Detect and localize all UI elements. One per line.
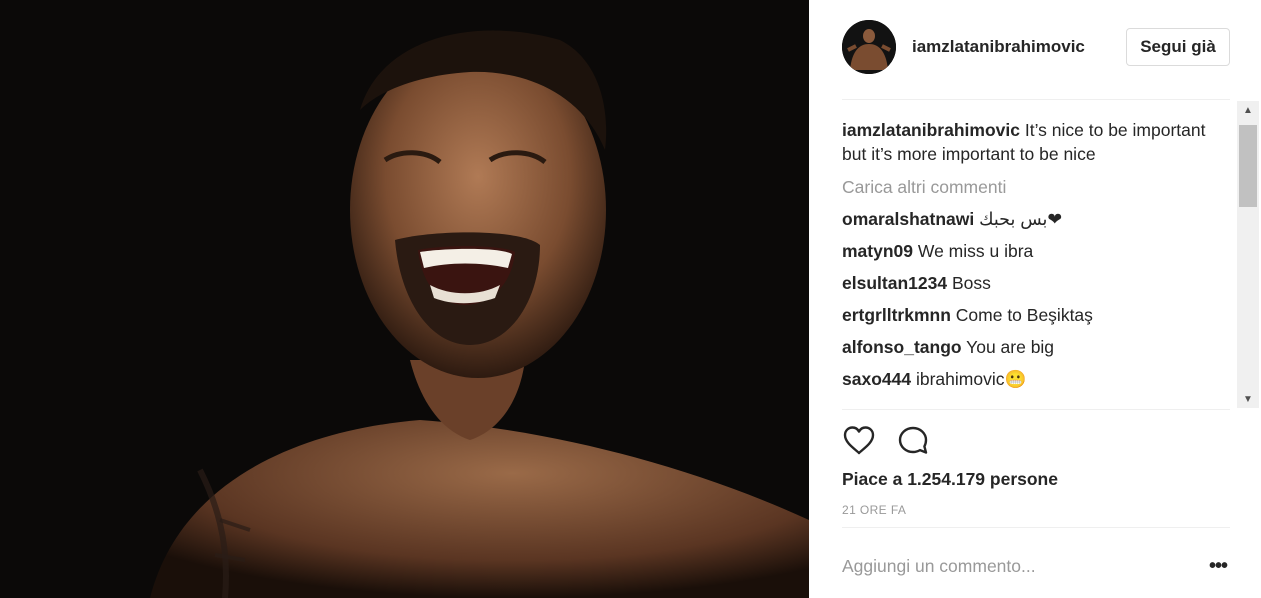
comment-username[interactable]: saxo444 (842, 369, 911, 389)
comment-username[interactable]: ertgrlltrkmnn (842, 305, 951, 325)
comment-item: elsultan1234 Boss (842, 271, 1234, 295)
post-timestamp[interactable]: 21 ORE FA (842, 503, 906, 517)
post-caption: iamzlatanibrahimovic It’s nice to be imp… (842, 118, 1234, 166)
speech-bubble-icon[interactable] (896, 424, 930, 458)
follow-button[interactable]: Segui già (1126, 28, 1230, 66)
post-details-panel: iamzlatanibrahimovic Segui già iamzlatan… (809, 0, 1261, 598)
post-photo-image (0, 0, 809, 598)
avatar-image (842, 20, 896, 74)
comment-item: ertgrlltrkmnn Come to Beşiktaş (842, 303, 1234, 327)
post-photo (0, 0, 809, 598)
comment-username[interactable]: elsultan1234 (842, 273, 947, 293)
comment-item: matyn09 We miss u ibra (842, 239, 1234, 263)
comment-text: We miss u ibra (917, 241, 1034, 261)
comment-text: Come to Beşiktaş (955, 305, 1093, 325)
triangle-down-icon[interactable]: ▼ (1237, 390, 1259, 408)
caption-username[interactable]: iamzlatanibrahimovic (842, 120, 1020, 140)
comment-username[interactable]: alfonso_tango (842, 337, 962, 357)
comments-section: iamzlatanibrahimovic It’s nice to be imp… (842, 100, 1261, 409)
actions-divider (842, 527, 1230, 528)
comments-list: iamzlatanibrahimovic It’s nice to be imp… (842, 118, 1234, 391)
scrollbar-thumb[interactable] (1239, 125, 1257, 207)
comment-text: بس بحبك❤ (979, 209, 1063, 229)
post-username[interactable]: iamzlatanibrahimovic (912, 37, 1126, 57)
avatar[interactable] (842, 20, 896, 74)
comment-username[interactable]: matyn09 (842, 241, 913, 261)
comment-item: omaralshatnawi بس بحبك❤ (842, 207, 1234, 231)
post-actions (842, 424, 950, 458)
comment-item: alfonso_tango You are big (842, 335, 1234, 359)
heart-outline-icon[interactable] (842, 424, 876, 458)
more-options-icon[interactable]: ••• (1205, 554, 1231, 578)
comment-username[interactable]: omaralshatnawi (842, 209, 974, 229)
post-header: iamzlatanibrahimovic Segui già (842, 18, 1230, 76)
likes-count[interactable]: Piace a 1.254.179 persone (842, 469, 1058, 490)
add-comment-input[interactable] (842, 552, 1162, 580)
comment-item: saxo444 ibrahimovic😬 (842, 367, 1234, 391)
comments-divider (842, 409, 1230, 410)
comment-text: Boss (951, 273, 991, 293)
comment-text: ibrahimovic😬 (915, 369, 1027, 389)
triangle-up-icon[interactable]: ▲ (1237, 101, 1259, 119)
comments-scrollbar[interactable]: ▲ ▼ (1237, 101, 1259, 408)
load-more-comments-link[interactable]: Carica altri commenti (842, 175, 1234, 199)
comment-text: You are big (966, 337, 1055, 357)
